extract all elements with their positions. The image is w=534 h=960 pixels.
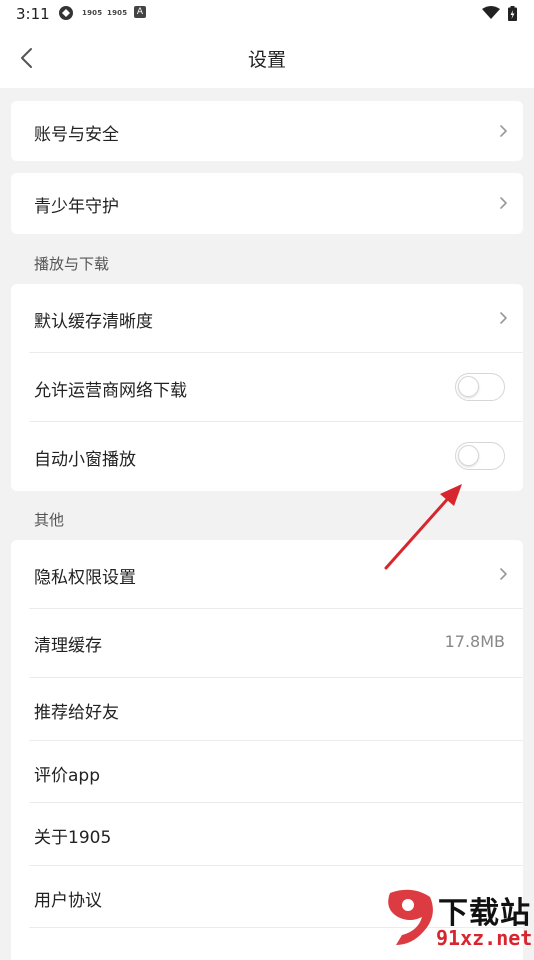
- settings-item-label: 清理缓存: [34, 636, 102, 656]
- playback-download-card: 默认缓存清晰度 允许运营商网络下载 自动小窗播放: [11, 284, 523, 491]
- chevron-right-icon: [500, 197, 507, 209]
- settings-item-label: 隐私权限设置: [34, 568, 136, 588]
- settings-item-label: 评价app: [34, 766, 100, 786]
- toggle-knob: [458, 445, 479, 466]
- status-time: 3:11: [16, 5, 50, 23]
- carrier-download-toggle[interactable]: [455, 373, 505, 401]
- auto-mini-window-toggle[interactable]: [455, 442, 505, 470]
- settings-item-label: 账号与安全: [34, 125, 119, 145]
- account-security-card: 账号与安全: [11, 101, 523, 161]
- status-bar: 3:11 1905 1905 A: [0, 0, 534, 28]
- app-notification-icon: [58, 6, 74, 20]
- watermark-url: 91xz.net: [436, 926, 533, 950]
- teen-protection-card: 青少年守护: [11, 173, 523, 234]
- notification-badge-1905-2: 1905: [107, 9, 128, 17]
- page-title: 设置: [247, 49, 286, 71]
- settings-item-recommend-friends[interactable]: 推荐给好友: [11, 678, 523, 740]
- settings-item-about[interactable]: 关于1905: [11, 803, 523, 865]
- top-app-bar: 设置: [0, 28, 534, 88]
- settings-item-label: 青少年守护: [34, 197, 119, 217]
- notification-badge-1905: 1905: [82, 9, 103, 17]
- section-title-other: 其他: [34, 511, 65, 529]
- section-title-playback: 播放与下载: [34, 255, 110, 273]
- settings-item-label: 关于1905: [34, 828, 112, 848]
- settings-item-account-security[interactable]: 账号与安全: [11, 101, 523, 161]
- settings-item-label: 允许运营商网络下载: [34, 381, 187, 401]
- settings-item-label: 推荐给好友: [34, 703, 119, 723]
- settings-item-clear-cache[interactable]: 清理缓存 17.8MB: [11, 609, 523, 677]
- cache-size-value: 17.8MB: [444, 632, 505, 651]
- battery-icon: [508, 5, 517, 21]
- chevron-right-icon: [500, 568, 507, 580]
- settings-item-teen-protection[interactable]: 青少年守护: [11, 173, 523, 234]
- settings-item-rate-app[interactable]: 评价app: [11, 741, 523, 803]
- a-icon: A: [134, 6, 146, 18]
- wifi-icon: [482, 6, 500, 20]
- chevron-right-icon: [500, 312, 507, 324]
- toggle-knob: [458, 376, 479, 397]
- chevron-right-icon: [500, 125, 507, 137]
- settings-item-carrier-network-download: 允许运营商网络下载: [11, 353, 523, 422]
- settings-item-label: 默认缓存清晰度: [34, 312, 153, 332]
- annotation-arrow-icon: [384, 484, 462, 570]
- settings-item-default-cache-quality[interactable]: 默认缓存清晰度: [11, 284, 523, 353]
- settings-item-label: 用户协议: [34, 891, 102, 911]
- settings-item-label: 自动小窗播放: [34, 450, 136, 470]
